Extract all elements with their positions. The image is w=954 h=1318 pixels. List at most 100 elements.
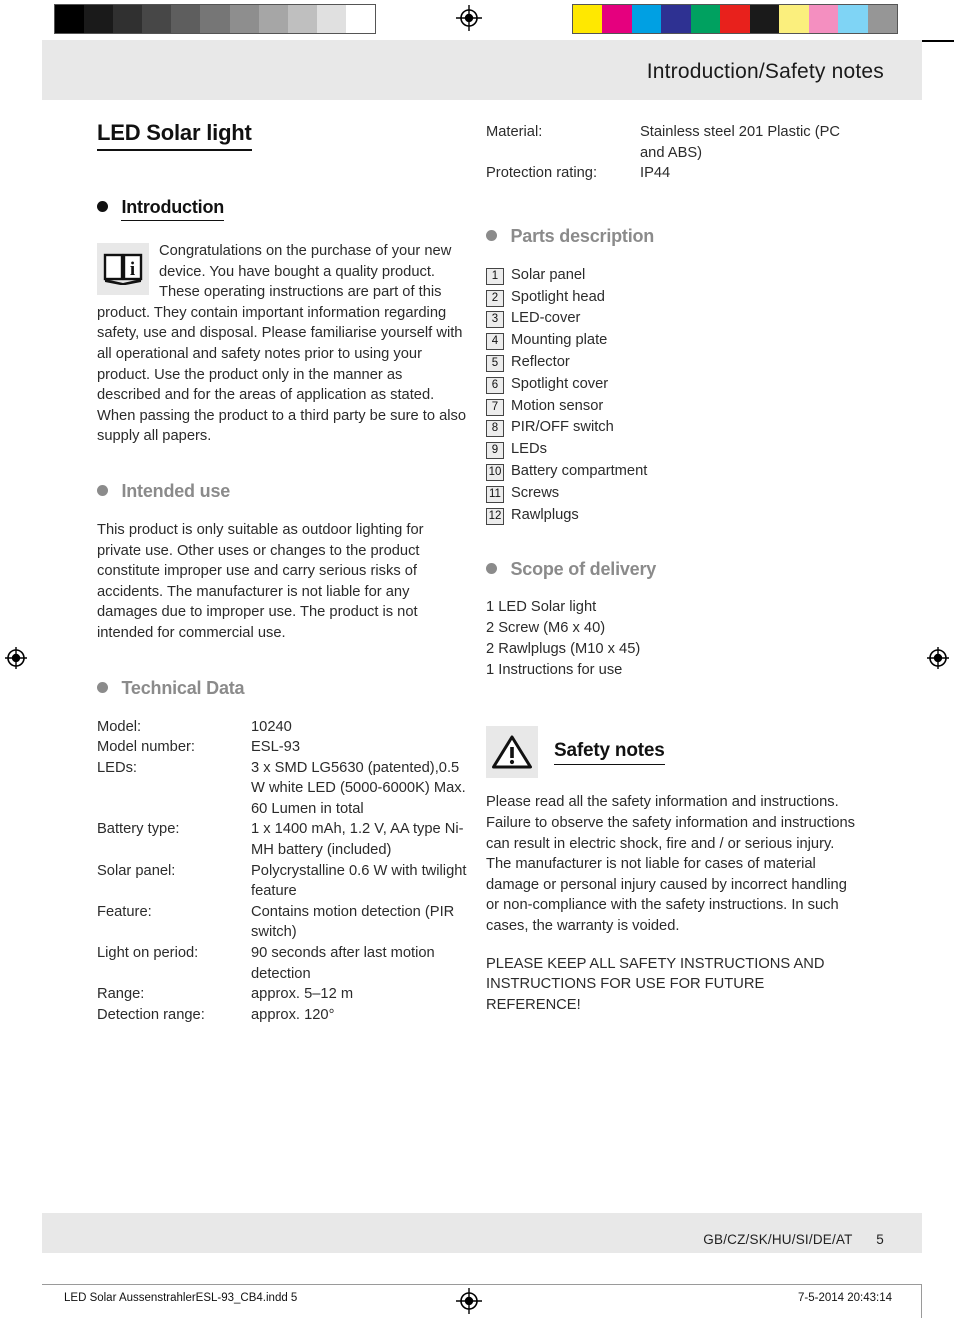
bullet-icon	[486, 229, 497, 241]
list-item: 4 Mounting plate	[486, 330, 858, 352]
spec-value: approx. 120°	[251, 1006, 335, 1023]
part-number-box: 9	[486, 442, 504, 460]
bullet-icon	[97, 201, 108, 212]
part-label: Solar panel	[511, 266, 586, 283]
part-number-box: 12	[486, 507, 504, 525]
page-footer: GB/CZ/SK/HU/SI/DE/AT 5	[703, 1232, 884, 1247]
spec-key: Protection rating:	[486, 165, 598, 182]
part-number-box: 10	[486, 463, 504, 481]
calibration-swatch	[200, 5, 230, 33]
calibration-swatch	[602, 5, 632, 33]
list-item: 8 PIR/OFF switch	[486, 417, 858, 439]
part-label: PIR/OFF switch	[511, 419, 614, 436]
svg-text:i: i	[130, 259, 135, 280]
scope-of-delivery-heading-row: Scope of delivery	[486, 559, 858, 580]
calibration-swatch	[113, 5, 143, 33]
spec-row: Light on period: 90 seconds after last mo…	[97, 943, 469, 984]
spec-key: Feature:	[97, 903, 152, 920]
safety-notes-body: Please read all the safety information a…	[486, 794, 856, 934]
technical-data-continued-rows: Material: Stainless steel 201 Plastic (PC…	[486, 122, 858, 184]
spec-value: ESL-93	[251, 739, 300, 756]
part-number-box: 4	[486, 333, 504, 351]
calibration-swatch	[142, 5, 172, 33]
list-item: 11 Screws	[486, 483, 858, 505]
calibration-swatch	[690, 5, 721, 33]
spec-value: Polycrystalline 0.6 W with twilight feat…	[251, 862, 467, 900]
part-number-box: 3	[486, 311, 504, 329]
calibration-swatch	[720, 5, 750, 33]
spec-row: Material: Stainless steel 201 Plastic (PC…	[486, 122, 858, 163]
calibration-swatch	[838, 5, 868, 33]
footer-languages: GB/CZ/SK/HU/SI/DE/AT	[703, 1232, 853, 1247]
registration-mark-left	[3, 645, 29, 671]
intended-use-heading-row: Intended use	[97, 481, 469, 502]
spec-key: Material:	[486, 124, 543, 140]
print-file-name: LED Solar AussenstrahlerESL-93_CB4.indd …	[64, 1292, 298, 1304]
part-number-box: 6	[486, 376, 504, 394]
technical-data-rows: Model: 10240 Model number: ESL-93 LEDs: 3 x S…	[97, 717, 469, 1026]
list-item: 7 Motion sensor	[486, 396, 858, 418]
list-item: 5 Reflector	[486, 352, 858, 374]
technical-data-heading-row: Technical Data	[97, 678, 469, 699]
spec-row: LEDs: 3 x SMD LG5630 (patented),0.5 W whi…	[97, 758, 469, 820]
part-label: Battery compartment	[511, 462, 648, 479]
warning-triangle-icon	[486, 726, 538, 779]
scope-of-delivery-heading: Scope of delivery	[510, 559, 657, 580]
list-item: 10 Battery compartment	[486, 461, 858, 483]
registration-mark-right	[925, 645, 951, 671]
spec-row: Detection range: approx. 120°	[97, 1005, 469, 1026]
document-page: Introduction/Safety notes LED Solar ligh…	[0, 0, 954, 1318]
intended-use-heading: Intended use	[121, 480, 231, 501]
grayscale-calibration-bar	[54, 4, 376, 34]
spec-value: Contains motion detection (PIR switch)	[251, 903, 455, 941]
intended-use-body: This product is only suitable as outdoor…	[97, 521, 424, 641]
spec-row: Battery type: 1 x 1400 mAh, 1.2 V, AA typ…	[97, 819, 469, 860]
spec-value: Stainless steel 201 Plastic (PC and ABS)	[640, 124, 841, 161]
spec-row: Protection rating: IP44	[486, 163, 858, 184]
safety-notes-heading-row: Safety notes	[486, 726, 858, 779]
part-number-box: 11	[486, 485, 504, 503]
right-column: Material: Stainless steel 201 Plastic (PC…	[486, 120, 858, 1015]
part-label: Reflector	[511, 353, 570, 370]
calibration-swatch	[229, 5, 259, 33]
technical-data-continued-table: Material: Stainless steel 201 Plastic (PC…	[486, 122, 858, 184]
color-calibration-bar	[572, 4, 898, 34]
calibration-swatch	[316, 5, 346, 33]
list-item: 9 LEDs	[486, 439, 858, 461]
spec-key: Battery type:	[97, 821, 180, 838]
part-number-box: 7	[486, 398, 504, 416]
list-item: 1 LED Solar light	[486, 599, 597, 616]
registration-mark-top	[456, 5, 482, 31]
spec-key: Model:	[97, 718, 142, 735]
list-item: 2 Screw (M6 x 40)	[486, 620, 606, 637]
safety-notes-keep-notice: PLEASE KEEP ALL SAFETY INSTRUCTIONS AND …	[486, 955, 825, 1013]
part-number-box: 8	[486, 420, 504, 438]
calibration-swatch	[661, 5, 691, 33]
list-item: 1 Solar panel	[486, 265, 858, 287]
part-label: Spotlight head	[511, 288, 605, 305]
calibration-swatch	[287, 5, 317, 33]
calibration-swatch	[573, 5, 603, 33]
spec-row: Range: approx. 5–12 m	[97, 984, 469, 1005]
calibration-swatch	[171, 5, 201, 33]
bullet-icon	[486, 563, 497, 575]
spec-key: Detection range:	[97, 1006, 205, 1023]
list-item: 6 Spotlight cover	[486, 374, 858, 396]
list-item: 12 Rawlplugs	[486, 505, 858, 527]
spec-row: Feature: Contains motion detection (PIR s…	[97, 902, 469, 943]
calibration-swatch	[345, 5, 376, 33]
list-item: 1 Instructions for use	[486, 662, 623, 679]
calibration-swatch	[258, 5, 288, 33]
page-title: LED Solar light	[97, 120, 252, 151]
introduction-block: i Congratulations on the purchase of you…	[97, 241, 469, 447]
spec-row: Model: 10240	[97, 717, 469, 738]
calibration-swatch	[631, 5, 662, 33]
spec-value: approx. 5–12 m	[251, 986, 354, 1003]
bullet-icon	[97, 484, 108, 496]
technical-data-table: Model: 10240 Model number: ESL-93 LEDs: 3 x S…	[97, 717, 469, 1026]
part-number-box: 1	[486, 267, 504, 285]
parts-description-heading: Parts description	[510, 225, 655, 246]
part-label: Mounting plate	[511, 332, 608, 349]
part-label: LED-cover	[511, 310, 581, 327]
spec-value: 10240	[251, 718, 292, 735]
